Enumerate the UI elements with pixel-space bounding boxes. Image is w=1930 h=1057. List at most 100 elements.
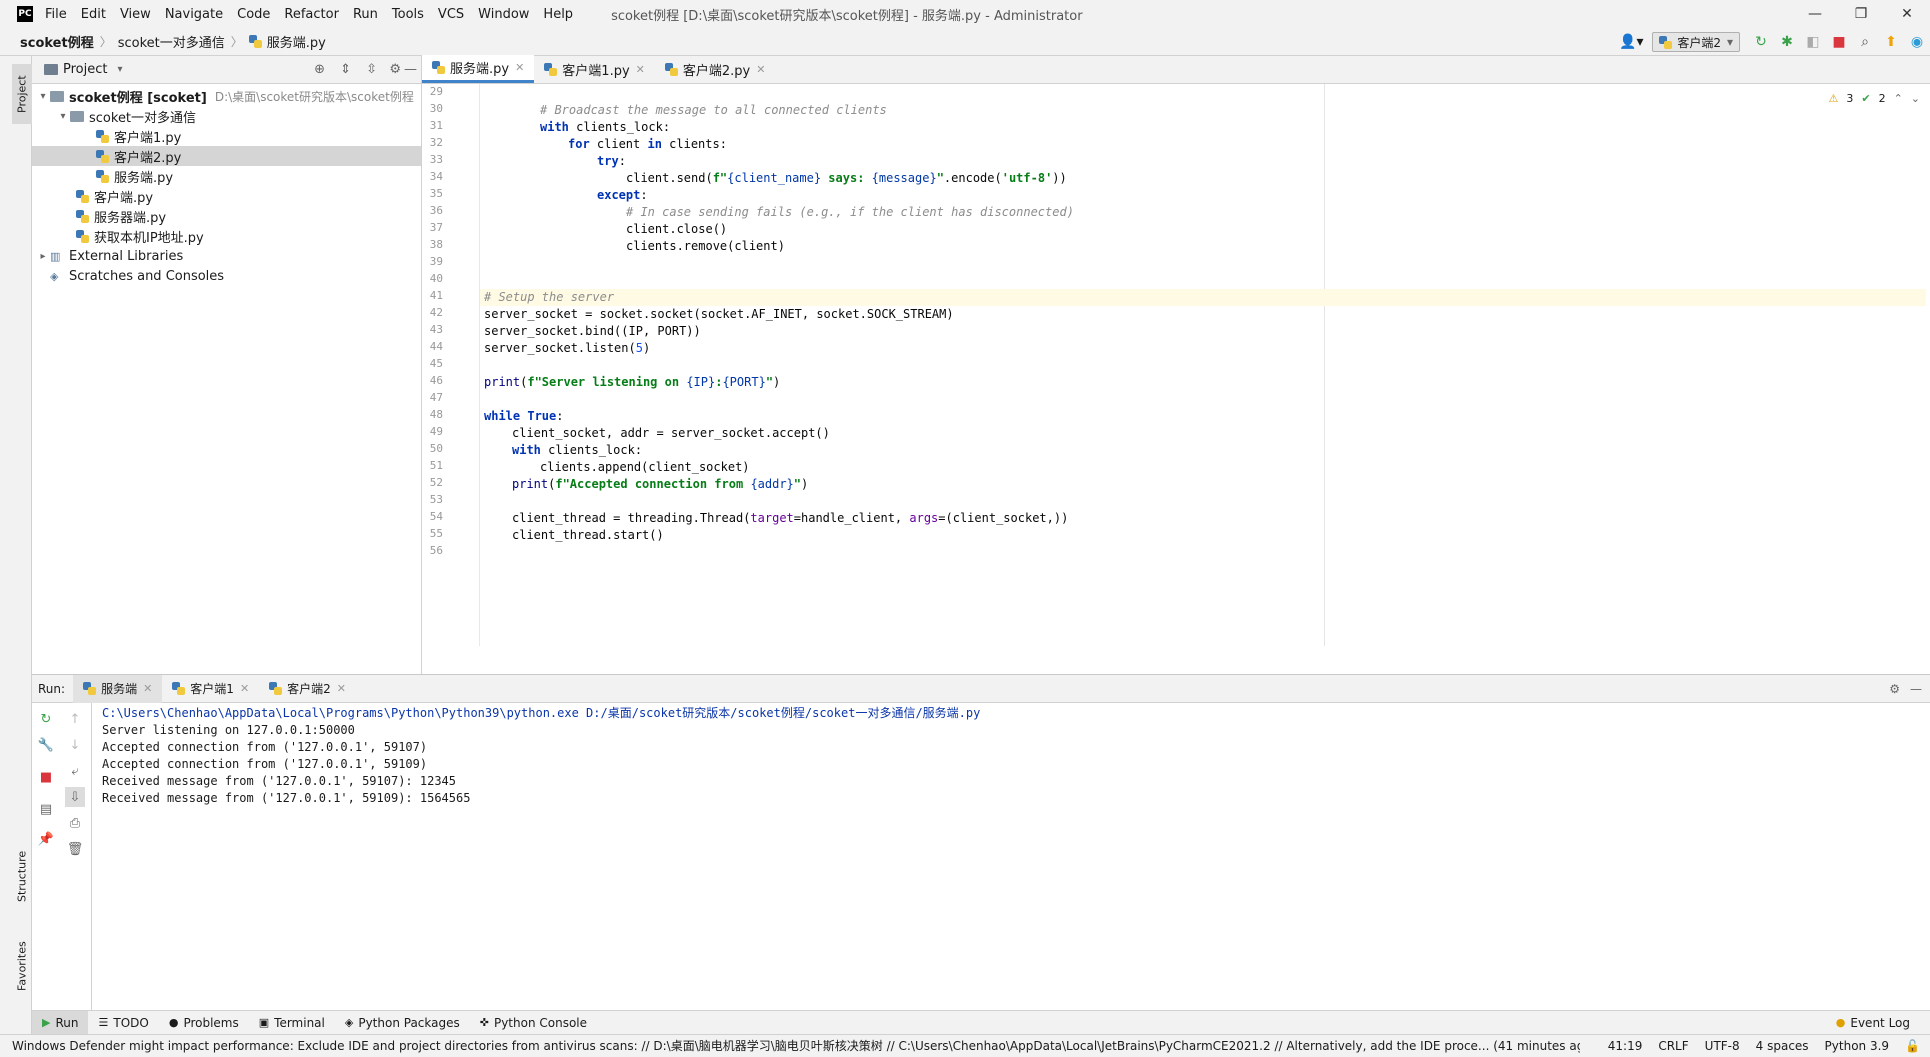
trash-icon[interactable]: 🗑 xyxy=(65,839,85,859)
menu-file[interactable]: File xyxy=(45,7,67,22)
close-icon[interactable]: ✕ xyxy=(1884,0,1930,28)
run-tab-client1[interactable]: 客户端1 ✕ xyxy=(162,675,259,703)
close-tab-icon[interactable]: ✕ xyxy=(636,63,645,76)
tree-item-file[interactable]: 获取本机IP地址.py xyxy=(32,226,421,246)
layout-icon[interactable]: ▤ xyxy=(36,799,56,819)
project-tool-tab[interactable]: Project xyxy=(12,64,32,124)
arrow-up-icon[interactable]: ↑ xyxy=(65,709,85,729)
tree-item-folder[interactable]: ▾ scoket一对多通信 xyxy=(32,106,421,126)
stop-icon[interactable]: ■ xyxy=(36,767,56,787)
chevron-down-icon[interactable]: ▾ xyxy=(117,64,122,75)
hide-icon[interactable]: — xyxy=(404,62,417,77)
chevron-right-icon[interactable]: ▸ xyxy=(36,251,50,262)
tree-item-file[interactable]: 客户端.py xyxy=(32,186,421,206)
favorites-tool-tab[interactable]: Favorites xyxy=(12,926,32,1006)
rerun-icon[interactable]: ↻ xyxy=(36,709,56,729)
code-area[interactable]: # Broadcast the message to all connected… xyxy=(480,84,1930,646)
coverage-icon[interactable]: ◧ xyxy=(1800,29,1826,55)
problems-icon: ● xyxy=(168,1016,179,1029)
line-number: 35 xyxy=(429,187,443,200)
console-line: C:\Users\Chenhao\AppData\Local\Programs\… xyxy=(102,706,981,720)
menu-tools[interactable]: Tools xyxy=(392,7,424,22)
chevron-down-icon[interactable]: ▾ xyxy=(56,111,70,122)
tool-tab-python-console[interactable]: ✜ Python Console xyxy=(470,1011,597,1035)
scroll-to-end-icon[interactable]: ⇩ xyxy=(65,787,85,807)
run-tab-client2[interactable]: 客户端2 ✕ xyxy=(259,675,356,703)
console-output[interactable]: C:\Users\Chenhao\AppData\Local\Programs\… xyxy=(102,705,1902,807)
tool-tab-todo[interactable]: ☰ TODO xyxy=(88,1011,158,1035)
collapse-all-icon[interactable]: ⇳ xyxy=(366,62,377,77)
tab-server-file[interactable]: 服务端.py ✕ xyxy=(422,55,535,83)
tool-tab-terminal[interactable]: ▣ Terminal xyxy=(249,1011,335,1035)
tool-tab-label: Problems xyxy=(183,1015,239,1030)
arrow-down-icon[interactable]: ↓ xyxy=(65,735,85,755)
python-file-icon xyxy=(76,229,89,243)
tree-item-external-libraries[interactable]: ▸ ▥ External Libraries xyxy=(32,246,421,266)
tab-client1-file[interactable]: 客户端1.py ✕ xyxy=(534,55,655,83)
breadcrumb-project[interactable]: scoket例程 xyxy=(0,32,100,51)
chevron-down-icon[interactable]: ▾ xyxy=(36,91,50,102)
soft-wrap-icon[interactable]: ⤶ xyxy=(65,761,85,781)
tree-item-file-selected[interactable]: 客户端2.py xyxy=(32,146,421,166)
menu-vcs[interactable]: VCS xyxy=(438,7,464,22)
gear-icon[interactable]: ⚙ xyxy=(389,62,401,77)
tree-item-scratches[interactable]: ◈ Scratches and Consoles xyxy=(32,266,421,286)
menu-refactor[interactable]: Refactor xyxy=(284,7,339,22)
tool-tab-python-packages[interactable]: ◈ Python Packages xyxy=(335,1011,470,1035)
user-icon[interactable]: 👤▾ xyxy=(1618,29,1644,55)
indent-setting[interactable]: 4 spaces xyxy=(1756,1039,1809,1053)
plugin-icon[interactable]: ◉ xyxy=(1904,29,1930,55)
menu-code[interactable]: Code xyxy=(237,7,270,22)
run-label: Run: xyxy=(38,681,66,696)
python-file-icon xyxy=(432,61,445,74)
tree-item-file[interactable]: 客户端1.py xyxy=(32,126,421,146)
menu-help[interactable]: Help xyxy=(543,7,573,22)
tool-tab-problems[interactable]: ● Problems xyxy=(159,1011,249,1035)
tree-item-root[interactable]: ▾ scoket例程 [scoket] D:\桌面\scoket研究版本\sco… xyxy=(32,86,421,106)
project-panel-title[interactable]: Project xyxy=(63,62,107,77)
debug-icon[interactable]: ✱ xyxy=(1774,29,1800,55)
status-message[interactable]: Windows Defender might impact performanc… xyxy=(0,1037,1580,1054)
lock-icon[interactable]: 🔓 xyxy=(1905,1039,1920,1053)
run-config-select[interactable]: 客户端2 ▾ xyxy=(1652,32,1740,52)
tab-client2-file[interactable]: 客户端2.py ✕ xyxy=(655,55,776,83)
python-file-icon xyxy=(83,682,97,695)
run-tab-server[interactable]: 服务端 ✕ xyxy=(73,674,163,703)
breadcrumb-folder[interactable]: scoket一对多通信 xyxy=(112,32,231,51)
python-interpreter[interactable]: Python 3.9 xyxy=(1825,1039,1890,1053)
close-tab-icon[interactable]: ✕ xyxy=(240,682,249,695)
wrench-icon[interactable]: 🔧 xyxy=(36,735,56,755)
file-encoding[interactable]: UTF-8 xyxy=(1705,1039,1740,1053)
pin-icon[interactable]: 📌 xyxy=(36,829,56,849)
menu-run[interactable]: Run xyxy=(353,7,378,22)
menu-navigate[interactable]: Navigate xyxy=(165,7,223,22)
print-icon[interactable]: ⎙ xyxy=(65,813,85,833)
restore-icon[interactable]: ❐ xyxy=(1838,0,1884,28)
menu-window[interactable]: Window xyxy=(478,7,529,22)
tree-item-file[interactable]: 服务器端.py xyxy=(32,206,421,226)
close-tab-icon[interactable]: ✕ xyxy=(337,682,346,695)
stop-icon[interactable]: ■ xyxy=(1826,29,1852,55)
structure-tool-tab[interactable]: Structure xyxy=(12,836,32,916)
line-separator[interactable]: CRLF xyxy=(1658,1039,1688,1053)
locate-icon[interactable]: ⊕ xyxy=(314,62,325,77)
menu-view[interactable]: View xyxy=(120,7,151,22)
library-icon: ▥ xyxy=(50,249,61,263)
search-icon[interactable]: ⌕ xyxy=(1852,29,1878,55)
tool-tab-event-log[interactable]: ● Event Log xyxy=(1826,1011,1920,1035)
tool-tab-run[interactable]: ▶ Run xyxy=(32,1010,89,1035)
hide-icon[interactable]: — xyxy=(1910,682,1922,696)
breadcrumb-file[interactable]: 服务端.py xyxy=(267,32,332,51)
expand-all-icon[interactable]: ⇕ xyxy=(340,62,351,77)
gear-icon[interactable]: ⚙ xyxy=(1889,682,1900,696)
tree-item-file[interactable]: 服务端.py xyxy=(32,166,421,186)
rerun-icon[interactable]: ↻ xyxy=(1748,29,1774,55)
update-icon[interactable]: ⬆ xyxy=(1878,29,1904,55)
minimize-icon[interactable]: — xyxy=(1792,0,1838,28)
menu-edit[interactable]: Edit xyxy=(81,7,106,22)
python-file-icon xyxy=(544,62,558,76)
close-tab-icon[interactable]: ✕ xyxy=(515,61,524,74)
close-tab-icon[interactable]: ✕ xyxy=(756,63,765,76)
close-tab-icon[interactable]: ✕ xyxy=(143,682,152,695)
caret-position[interactable]: 41:19 xyxy=(1608,1039,1643,1053)
